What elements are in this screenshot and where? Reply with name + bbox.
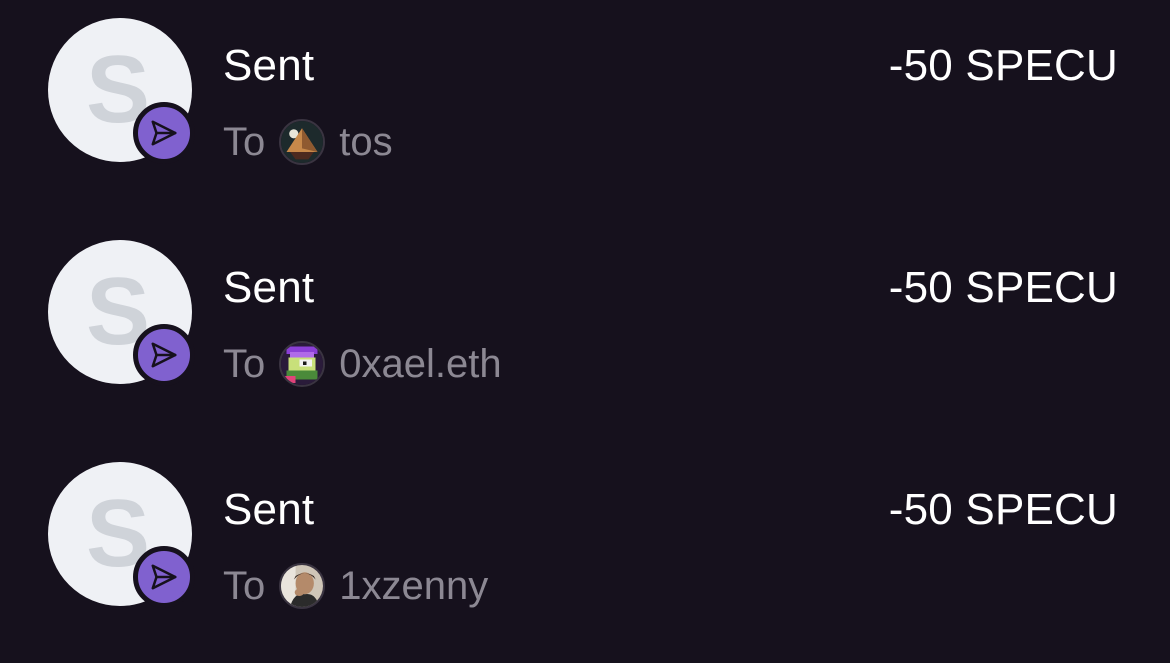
send-arrow-icon	[151, 342, 177, 368]
pyramid-avatar-icon	[279, 119, 326, 165]
to-label: To	[223, 342, 266, 386]
send-arrow-icon	[151, 564, 177, 590]
transaction-row[interactable]: S Sent To 1xzenny -50 SPECU	[0, 462, 1170, 642]
photo-avatar-icon	[279, 563, 326, 609]
transaction-title: Sent	[223, 485, 315, 534]
recipient-line: To 0xael.eth	[223, 338, 502, 390]
to-label: To	[223, 120, 266, 164]
to-label: To	[223, 564, 266, 608]
send-badge	[133, 324, 195, 386]
transaction-title: Sent	[223, 263, 315, 312]
recipient-line: To tos	[223, 116, 393, 168]
recipient-name: tos	[339, 120, 393, 164]
recipient-name: 0xael.eth	[339, 342, 502, 386]
transaction-row[interactable]: S Sent To tos -50 SPECU	[0, 18, 1170, 198]
transaction-amount: -50 SPECU	[888, 263, 1118, 312]
transaction-row[interactable]: S Sent To 0xael.eth -50 SPECU	[0, 240, 1170, 420]
send-badge	[133, 546, 195, 608]
send-badge	[133, 102, 195, 164]
transaction-amount: -50 SPECU	[888, 485, 1118, 534]
recipient-line: To 1xzenny	[223, 560, 488, 612]
transaction-title: Sent	[223, 41, 315, 90]
pixel-art-avatar-icon	[279, 341, 326, 387]
recipient-name: 1xzenny	[339, 564, 489, 608]
send-arrow-icon	[151, 120, 177, 146]
transaction-list: S Sent To tos -50 SPECU S Sent To 0xael.…	[0, 0, 1170, 663]
transaction-amount: -50 SPECU	[888, 41, 1118, 90]
